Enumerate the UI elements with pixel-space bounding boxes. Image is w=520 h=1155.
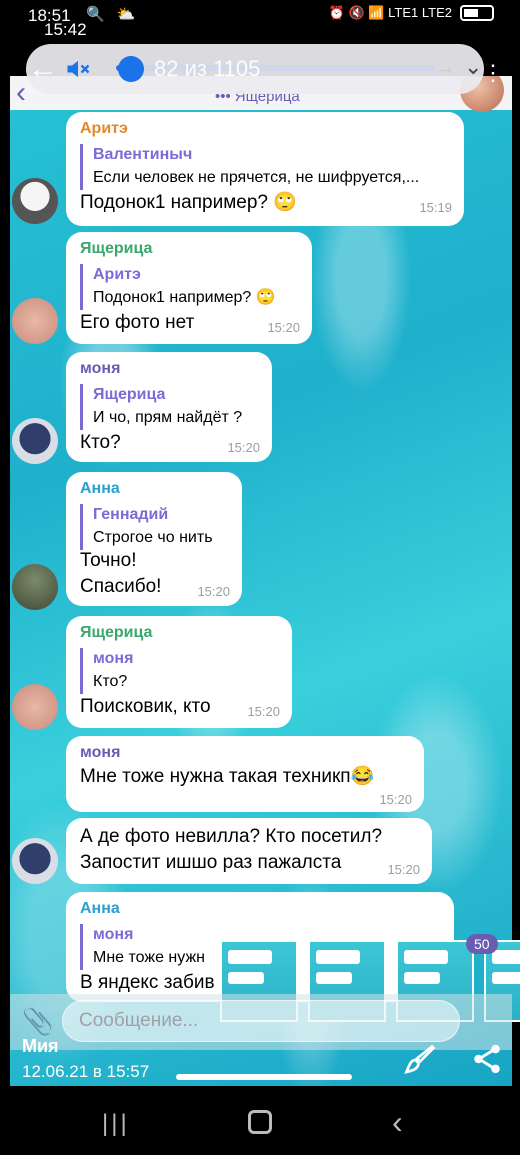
message-sender: Анна <box>80 900 120 917</box>
quote-author: Ящерица <box>93 386 166 403</box>
reply-quote[interactable]: моня Мне тоже нужн <box>80 924 205 970</box>
message-text: Подонок1 например? 🙄 <box>80 192 297 213</box>
reply-quote[interactable]: Аритэ Подонок1 например? 🙄 <box>80 264 276 310</box>
message-text: Его фото нет <box>80 312 195 333</box>
message-time: 15:20 <box>227 440 260 455</box>
message-bubble[interactable]: моня Ящерица И чо, прям найдёт ? Кто? 15… <box>66 352 272 462</box>
screen: 18:51 🔍 ⛅ ⏰ 🔇 📶 LTE1 LTE2 ‹ ••• Ящерица А… <box>0 0 520 1155</box>
home-icon[interactable] <box>248 1110 272 1134</box>
more-menu-icon[interactable]: ⋮ <box>482 60 504 86</box>
message-time: 15:20 <box>387 862 420 877</box>
recent-apps-icon[interactable]: ||| <box>102 1110 130 1138</box>
back-arrow-icon[interactable]: ← <box>28 52 58 86</box>
quote-author: Валентиныч <box>93 146 193 163</box>
back-icon[interactable]: ‹ <box>392 1104 403 1141</box>
quote-text: Если человек не прячется, не шифруется,.… <box>93 169 420 186</box>
quote-author: моня <box>93 926 134 943</box>
message-text: Поисковик, кто <box>80 696 211 717</box>
message-text: Мне тоже нужна такая техникп😂 <box>80 766 375 787</box>
message-bubble[interactable]: А де фото невилла? Кто посетил? Запостит… <box>66 818 432 884</box>
message-text-line2: Запостит ишшо раз пажалста <box>80 852 342 873</box>
quote-author: моня <box>93 650 134 667</box>
unread-badge: 50 <box>466 934 498 954</box>
message-text: В яндекс забив <box>80 972 215 993</box>
message-sender: моня <box>80 744 121 761</box>
message-bubble[interactable]: Аритэ Валентиныч Если человек не прячетс… <box>66 112 464 226</box>
chat-area[interactable]: ‹ ••• Ящерица Аритэ Валентиныч Если челов… <box>10 76 512 1086</box>
message-text: Кто? <box>80 432 121 453</box>
message-time: 15:20 <box>379 792 412 807</box>
avatar-monya[interactable] <box>12 838 58 884</box>
avatar-lizard[interactable] <box>12 684 58 730</box>
search-result-counter: 82 из 1105 <box>154 56 261 81</box>
message-text-line1: А де фото невилла? Кто посетил? <box>80 826 383 847</box>
message-time: 15:20 <box>197 584 230 599</box>
quote-text: Подонок1 например? 🙄 <box>93 289 276 306</box>
system-navigation-bar: ||| ‹ <box>0 1092 520 1155</box>
message-sender: Аритэ <box>80 120 128 137</box>
status-left-icons: 🔍 ⛅ <box>86 6 140 23</box>
volume-slider-knob[interactable] <box>118 56 144 82</box>
battery-icon <box>460 5 494 21</box>
chat-back-icon[interactable]: ‹ <box>16 76 26 110</box>
message-bubble[interactable]: моня Мне тоже нужна такая техникп😂 15:20 <box>66 736 424 812</box>
volume-mute-icon[interactable] <box>64 55 92 83</box>
message-sender: Ящерица <box>80 624 153 641</box>
message-bubble[interactable]: Ящерица Аритэ Подонок1 например? 🙄 Его ф… <box>66 232 312 344</box>
message-bubble[interactable]: Анна Геннадий Строгое чо нить Точно! Спа… <box>66 472 242 606</box>
reply-quote[interactable]: Геннадий Строгое чо нить <box>80 504 213 550</box>
video-progress-bar[interactable] <box>176 1074 352 1080</box>
avatar-anna[interactable] <box>12 564 58 610</box>
overlay-time: 15:42 <box>44 20 87 39</box>
author-name: Мия <box>22 1036 59 1056</box>
message-time: 15:20 <box>247 704 280 719</box>
reply-quote[interactable]: моня Кто? <box>80 648 133 694</box>
message-sender: моня <box>80 360 121 377</box>
message-text-line1: Точно! <box>80 550 137 571</box>
avatar-lizard[interactable] <box>12 298 58 344</box>
media-overlay-bar[interactable]: 82 из 1105 → ⌄ <box>26 44 484 94</box>
message-time: 15:19 <box>419 200 452 215</box>
message-bubble[interactable]: Ящерица моня Кто? Поисковик, кто 15:20 <box>66 616 292 728</box>
quote-text: И чо, прям найдёт ? <box>93 409 243 426</box>
share-icon[interactable] <box>470 1042 504 1076</box>
quote-text: Строгое чо нить <box>93 529 213 546</box>
message-sender: Анна <box>80 480 120 497</box>
avatar-arite[interactable] <box>12 178 58 224</box>
message-text-line2: Спасибо! <box>80 576 162 597</box>
avatar-monya[interactable] <box>12 418 58 464</box>
status-indicators: ⏰ 🔇 📶 LTE1 LTE2 <box>328 5 452 20</box>
forward-arrow-icon[interactable]: → <box>434 54 456 80</box>
reply-quote[interactable]: Ящерица И чо, прям найдёт ? <box>80 384 242 430</box>
chevron-down-icon[interactable]: ⌄ <box>464 54 482 80</box>
photo-date: 12.06.21 в 15:57 <box>22 1062 150 1081</box>
message-sender: Ящерица <box>80 240 153 257</box>
quote-text: Кто? <box>93 673 128 690</box>
quote-text: Мне тоже нужн <box>93 949 205 966</box>
edit-brush-icon[interactable] <box>402 1042 438 1078</box>
message-time: 15:20 <box>267 320 300 335</box>
quote-author: Геннадий <box>93 506 169 523</box>
quote-author: Аритэ <box>93 266 141 283</box>
gallery-caption: Мия 12.06.21 в 15:57 <box>0 1030 520 1090</box>
reply-quote[interactable]: Валентиныч Если человек не прячется, не … <box>80 144 419 190</box>
status-right-icons: ⏰ 🔇 📶 LTE1 LTE2 <box>329 5 494 21</box>
